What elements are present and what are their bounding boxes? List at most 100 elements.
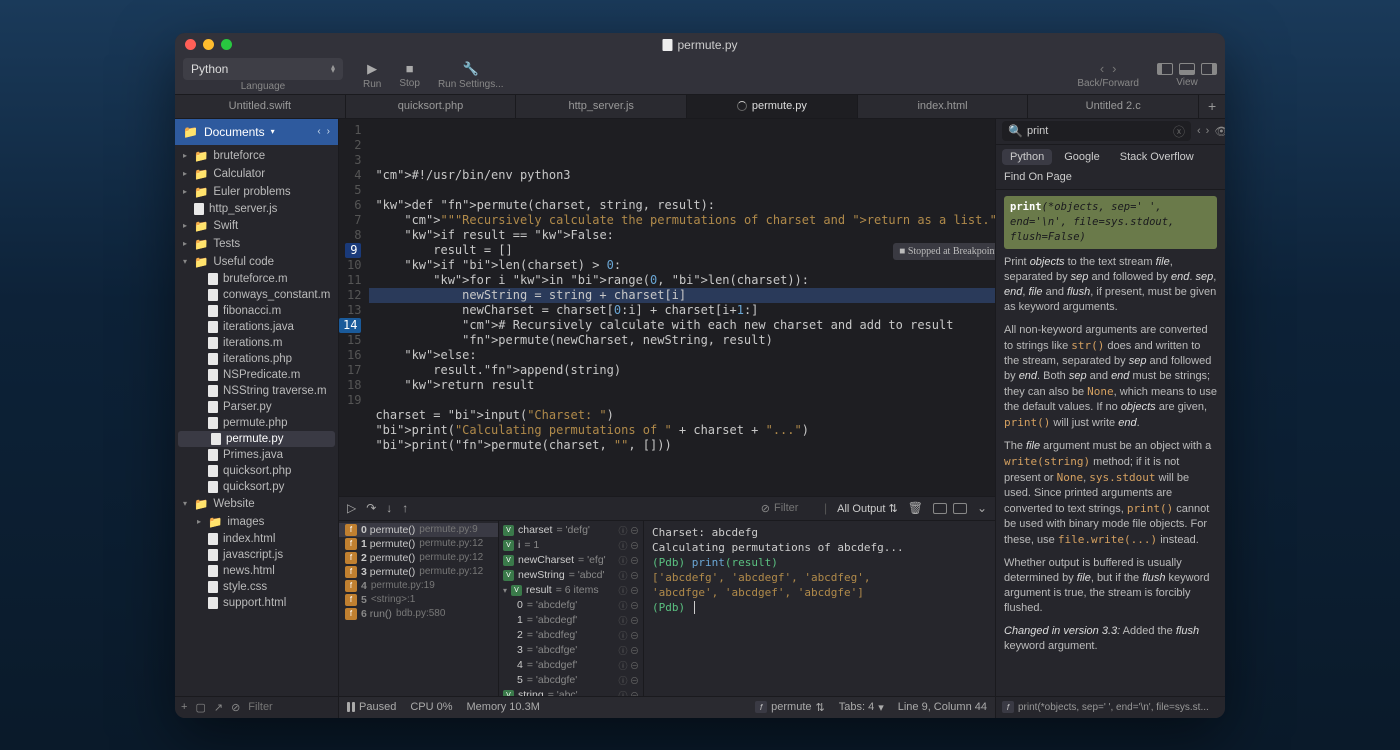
code-line[interactable]: newCharset = charset[0:i] + charset[i+1:… bbox=[369, 303, 995, 318]
code-line[interactable]: "kw">if "bi">len(charset) > 0: bbox=[369, 258, 995, 273]
var-actions[interactable]: ⓘ ⊖ bbox=[618, 629, 639, 642]
var-actions[interactable]: ⓘ ⊖ bbox=[618, 569, 639, 582]
stack-frame[interactable]: f6 run() bdb.py:580 bbox=[339, 607, 498, 621]
tree-file[interactable]: bruteforce.m bbox=[175, 271, 338, 287]
stack-frame[interactable]: f0 permute() permute.py:9 bbox=[339, 523, 498, 537]
tree-folder[interactable]: ▸📁Euler problems bbox=[175, 183, 338, 201]
tree-file[interactable]: iterations.java bbox=[175, 319, 338, 335]
tree-file[interactable]: NSString traverse.m bbox=[175, 383, 338, 399]
run-button[interactable]: ▶ Run bbox=[363, 61, 381, 90]
variable-row[interactable]: 0 = 'abcdefg'ⓘ ⊖ bbox=[499, 598, 643, 613]
panel-left-icon[interactable] bbox=[933, 503, 947, 514]
code-line[interactable]: "kw">def "fn">permute(charset, string, r… bbox=[369, 198, 995, 213]
next-result-icon[interactable]: › bbox=[1206, 125, 1210, 138]
tab[interactable]: quicksort.php bbox=[346, 95, 517, 118]
tree-file[interactable]: Parser.py bbox=[175, 399, 338, 415]
code-line[interactable]: "bi">print("Calculating permutations of … bbox=[369, 423, 995, 438]
chevron-down-icon[interactable]: ⌄ bbox=[977, 501, 987, 515]
code-line[interactable]: "cm">"""Recursively calculate the permut… bbox=[369, 213, 995, 228]
tree-file[interactable]: news.html bbox=[175, 563, 338, 579]
step-over-icon[interactable]: ↷ bbox=[366, 501, 376, 515]
sidebar-back-icon[interactable]: ‹ bbox=[317, 126, 320, 137]
tree-file[interactable]: iterations.php bbox=[175, 351, 338, 367]
docs-search-input[interactable]: 🔍 ⓧ bbox=[1002, 121, 1191, 141]
variable-row[interactable]: Vcharset = 'defg'ⓘ ⊖ bbox=[499, 523, 643, 538]
variable-row[interactable]: 1 = 'abcdegf'ⓘ ⊖ bbox=[499, 613, 643, 628]
tree-file[interactable]: http_server.js bbox=[175, 201, 338, 217]
minimize-icon[interactable] bbox=[203, 39, 214, 50]
close-icon[interactable] bbox=[185, 39, 196, 50]
code-editor[interactable]: 12345678910111213141516171819 ■ Stopped … bbox=[339, 119, 995, 496]
code-line[interactable]: newString = string + charset[i] bbox=[369, 288, 995, 303]
var-actions[interactable]: ⓘ ⊖ bbox=[618, 599, 639, 612]
stop-button[interactable]: ■ Stop bbox=[399, 61, 420, 90]
tab[interactable]: index.html bbox=[858, 95, 1029, 118]
line-gutter[interactable]: 12345678910111213141516171819 bbox=[339, 119, 369, 496]
tree-file[interactable]: quicksort.php bbox=[175, 463, 338, 479]
run-settings-button[interactable]: 🔧 Run Settings... bbox=[438, 61, 504, 90]
variable-row[interactable]: VnewString = 'abcd'ⓘ ⊖ bbox=[499, 568, 643, 583]
new-tab-button[interactable]: + bbox=[1199, 95, 1225, 118]
var-actions[interactable]: ⓘ ⊖ bbox=[618, 539, 639, 552]
disclosure-icon[interactable]: ▾ bbox=[503, 586, 507, 595]
forward-button[interactable]: › bbox=[1112, 61, 1116, 76]
code-line[interactable]: "kw">for i "kw">in "bi">range(0, "bi">le… bbox=[369, 273, 995, 288]
language-select[interactable]: Python ▴▾ bbox=[183, 58, 343, 80]
tabs-indicator[interactable]: Tabs: 4 ▾ bbox=[839, 701, 884, 714]
symbol-indicator[interactable]: f permute ⇅ bbox=[755, 701, 825, 714]
docs-search-field[interactable] bbox=[1027, 125, 1169, 137]
tree-file[interactable]: index.html bbox=[175, 531, 338, 547]
debug-filter-input[interactable] bbox=[774, 502, 814, 514]
disclosure-icon[interactable]: ▸ bbox=[181, 187, 189, 196]
disclosure-icon[interactable]: ▾ bbox=[181, 257, 189, 266]
new-folder-icon[interactable]: ▢ bbox=[195, 701, 205, 714]
variable-row[interactable]: 3 = 'abcdfge'ⓘ ⊖ bbox=[499, 643, 643, 658]
code-line[interactable]: "cm"># Recursively calculate with each n… bbox=[369, 318, 995, 333]
code-line[interactable]: charset = "bi">input("Charset: ") bbox=[369, 408, 995, 423]
trash-icon[interactable]: 🗑 bbox=[908, 501, 923, 515]
code-line[interactable]: "cm">#!/usr/bin/env python3 bbox=[369, 168, 995, 183]
tree-file[interactable]: conways_constant.m bbox=[175, 287, 338, 303]
toggle-left-panel-icon[interactable] bbox=[1157, 63, 1173, 75]
tab[interactable]: http_server.js bbox=[516, 95, 687, 118]
var-actions[interactable]: ⓘ ⊖ bbox=[618, 614, 639, 627]
step-out-icon[interactable]: ↑ bbox=[402, 501, 408, 515]
tree-file[interactable]: fibonacci.m bbox=[175, 303, 338, 319]
prev-result-icon[interactable]: ‹ bbox=[1197, 125, 1201, 138]
code-line[interactable]: "kw">return result bbox=[369, 378, 995, 393]
var-actions[interactable]: ⓘ ⊖ bbox=[618, 659, 639, 672]
variable-row[interactable]: 2 = 'abcdfeg'ⓘ ⊖ bbox=[499, 628, 643, 643]
var-actions[interactable]: ⓘ ⊖ bbox=[618, 674, 639, 687]
tree-file[interactable]: permute.php bbox=[175, 415, 338, 431]
tree-folder[interactable]: ▸📁Calculator bbox=[175, 165, 338, 183]
docs-content[interactable]: print(*objects, sep=' ', end='\n', file=… bbox=[996, 190, 1225, 696]
titlebar[interactable]: permute.py bbox=[175, 33, 1225, 57]
variable-row[interactable]: VnewCharset = 'efg'ⓘ ⊖ bbox=[499, 553, 643, 568]
code-line[interactable]: "kw">else: bbox=[369, 348, 995, 363]
tree-file[interactable]: javascript.js bbox=[175, 547, 338, 563]
sidebar-forward-icon[interactable]: › bbox=[327, 126, 330, 137]
tree-file[interactable]: iterations.m bbox=[175, 335, 338, 351]
variable-row[interactable]: Vstring = 'abc'ⓘ ⊖ bbox=[499, 688, 643, 696]
sidebar-filter-input[interactable] bbox=[248, 701, 308, 713]
debug-console[interactable]: Charset: abcdefgCalculating permutations… bbox=[644, 521, 995, 696]
clear-icon[interactable]: ⓧ bbox=[1173, 123, 1185, 140]
docs-tab[interactable]: Python bbox=[1002, 149, 1052, 165]
maximize-icon[interactable] bbox=[221, 39, 232, 50]
tree-folder[interactable]: ▸📁Tests bbox=[175, 235, 338, 253]
code-line[interactable] bbox=[369, 393, 995, 408]
docs-tab[interactable]: Google bbox=[1056, 149, 1107, 165]
tab[interactable]: Untitled.swift bbox=[175, 95, 346, 118]
var-actions[interactable]: ⓘ ⊖ bbox=[618, 584, 639, 597]
tree-folder[interactable]: ▾📁Website bbox=[175, 495, 338, 513]
breakpoint-marker[interactable]: 9 bbox=[345, 243, 361, 258]
breakpoint-marker[interactable]: 14 bbox=[339, 318, 361, 333]
var-actions[interactable]: ⓘ ⊖ bbox=[618, 644, 639, 657]
code-area[interactable]: ■ Stopped at Breakpoint "cm">#!/usr/bin/… bbox=[369, 119, 995, 496]
code-line[interactable] bbox=[369, 183, 995, 198]
stack-frame[interactable]: f5 <string>:1 bbox=[339, 593, 498, 607]
sidebar-root[interactable]: 📁 Documents ▾ ‹ › bbox=[175, 119, 338, 145]
tree-file[interactable]: Primes.java bbox=[175, 447, 338, 463]
variable-row[interactable]: 4 = 'abcdgef'ⓘ ⊖ bbox=[499, 658, 643, 673]
variable-row[interactable]: 5 = 'abcdgfe'ⓘ ⊖ bbox=[499, 673, 643, 688]
